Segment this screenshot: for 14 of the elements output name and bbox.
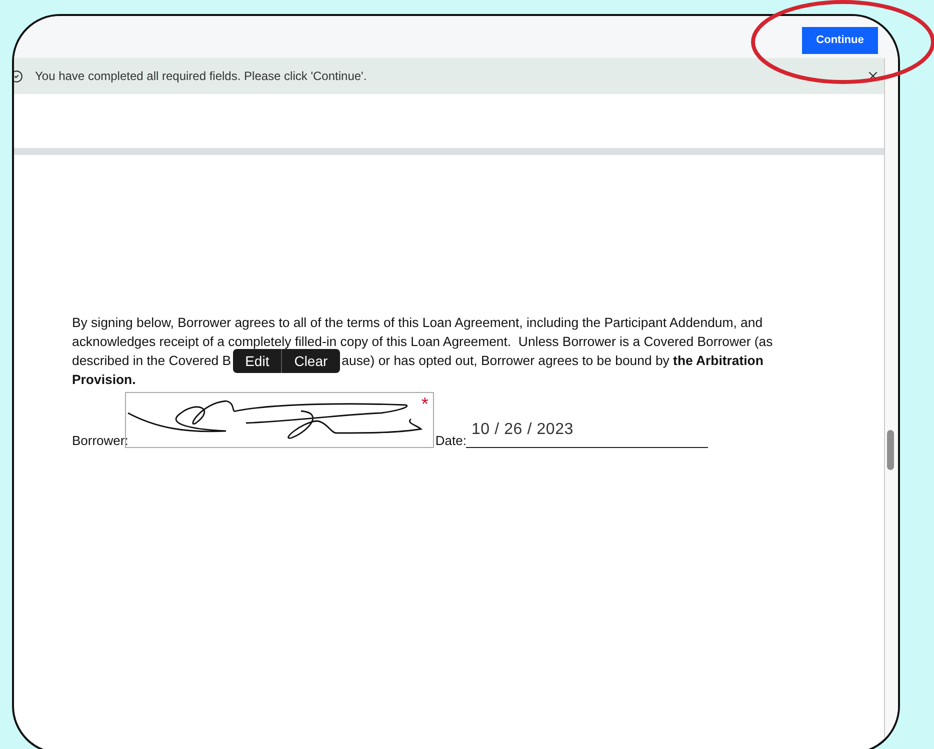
agreement-text-line: described in the Covered B [72, 352, 232, 370]
banner-message: You have completed all required fields. Please click 'Continue'. [35, 69, 368, 83]
continue-button[interactable]: Continue [802, 26, 878, 54]
scrollbar-thumb[interactable] [887, 430, 894, 470]
required-mark: * [421, 395, 428, 413]
agreement-text-line: acknowledges receipt of a completely filled-in copy of this Loan Agreement. Unless Borrower is a Covered Borrower (as [72, 333, 773, 351]
date-value: 10 / 26 / 2023 [471, 421, 574, 439]
agreement-text-line: Provision. [72, 371, 136, 389]
agreement-text-line: By signing below, Borrower agrees to all of the terms of this Loan Agreement, including the Participant Addendum, and [72, 314, 763, 332]
signature-field[interactable]: * [125, 392, 434, 448]
toolbar-button[interactable]: Edit [233, 348, 282, 372]
toolbar-button[interactable]: Clear [281, 348, 340, 372]
date-label: Date: [435, 434, 466, 448]
agreement-text-line: ause) or has opted out, Borrower agrees to be bound by the Arbitration [342, 352, 764, 370]
